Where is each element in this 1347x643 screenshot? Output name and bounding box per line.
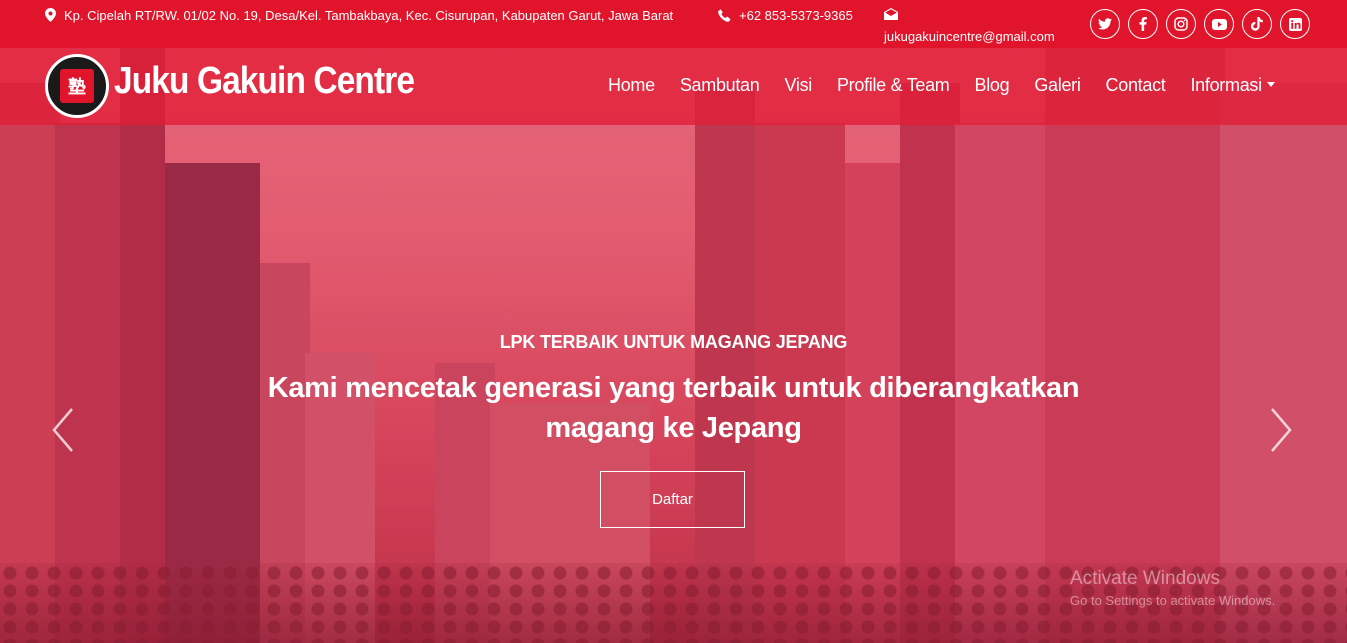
nav-profile-team[interactable]: Profile & Team — [837, 75, 950, 96]
nav-visi[interactable]: Visi — [784, 75, 812, 96]
main-navbar: 塾 Juku Gakuin Centre Home Sambutan Visi … — [0, 48, 1347, 125]
email-text: jukugakuincentre@gmail.com — [884, 29, 1055, 44]
address-text: Kp. Cipelah RT/RW. 01/02 No. 19, Desa/Ke… — [64, 8, 674, 23]
social-links — [1090, 9, 1310, 39]
nav-galeri[interactable]: Galeri — [1034, 75, 1081, 96]
logo-mark: 塾 — [60, 69, 94, 103]
caret-down-icon — [1266, 82, 1275, 87]
top-info-bar: Kp. Cipelah RT/RW. 01/02 No. 19, Desa/Ke… — [0, 0, 1347, 48]
phone-text: +62 853-5373-9365 — [739, 8, 853, 23]
phone-icon — [718, 7, 731, 28]
brand-name[interactable]: Juku Gakuin Centre — [114, 58, 415, 104]
nav-menu: Home Sambutan Visi Profile & Team Blog G… — [608, 75, 1300, 96]
instagram-icon[interactable] — [1166, 9, 1196, 39]
facebook-icon[interactable] — [1128, 9, 1158, 39]
brand-logo[interactable]: 塾 — [45, 54, 109, 118]
linkedin-icon[interactable] — [1280, 9, 1310, 39]
windows-activation-watermark: Activate Windows Go to Settings to activ… — [1070, 568, 1275, 608]
nav-contact[interactable]: Contact — [1106, 75, 1166, 96]
address: Kp. Cipelah RT/RW. 01/02 No. 19, Desa/Ke… — [45, 5, 695, 28]
carousel-next-icon[interactable] — [1266, 405, 1296, 455]
youtube-icon[interactable] — [1204, 9, 1234, 39]
nav-informasi-label: Informasi — [1190, 75, 1262, 95]
nav-blog[interactable]: Blog — [975, 75, 1010, 96]
twitter-icon[interactable] — [1090, 9, 1120, 39]
nav-home[interactable]: Home — [608, 75, 655, 96]
email[interactable]: jukugakuincentre@gmail.com — [884, 5, 1055, 47]
map-pin-icon — [45, 7, 56, 28]
watermark-title: Activate Windows — [1070, 568, 1220, 589]
nav-informasi-dropdown[interactable]: Informasi — [1190, 75, 1275, 96]
carousel-prev-icon[interactable] — [48, 405, 78, 455]
watermark-subtitle: Go to Settings to activate Windows. — [1070, 593, 1276, 608]
tiktok-icon[interactable] — [1242, 9, 1272, 39]
nav-sambutan[interactable]: Sambutan — [680, 75, 760, 96]
phone[interactable]: +62 853-5373-9365 — [718, 5, 858, 28]
daftar-button[interactable]: Daftar — [600, 471, 745, 528]
hero-headline: Kami mencetak generasi yang terbaik untu… — [267, 372, 1080, 444]
hero-eyebrow: LPK TERBAIK UNTUK MAGANG JEPANG — [499, 332, 848, 352]
envelope-icon — [884, 5, 1055, 26]
